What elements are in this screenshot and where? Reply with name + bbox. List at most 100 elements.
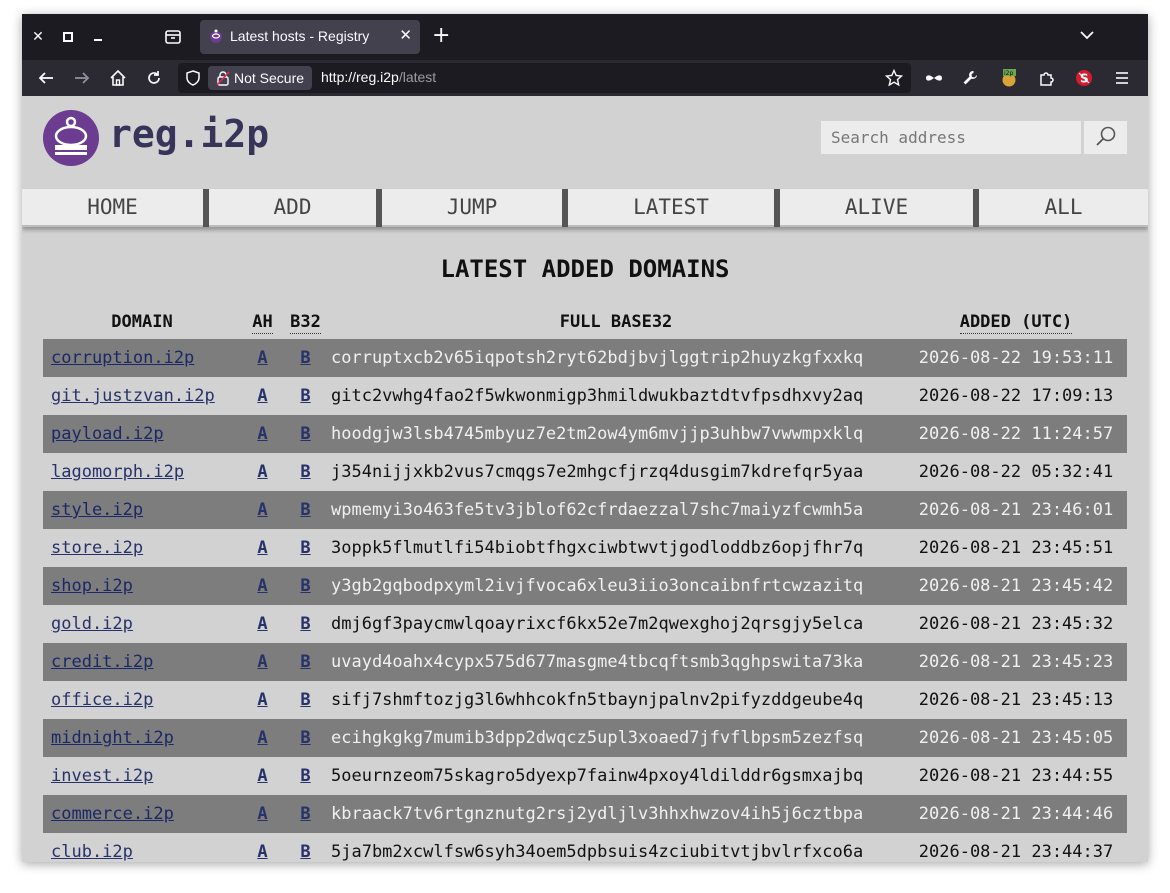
- domain-cell: club.i2p: [43, 833, 241, 862]
- navigation-toolbar: Not Secure http://reg.i2p/latest i2p S: [22, 60, 1148, 96]
- b32-link[interactable]: B: [300, 614, 310, 634]
- b32-link[interactable]: B: [300, 576, 310, 596]
- ah-cell: A: [241, 605, 284, 643]
- domain-cell: midnight.i2p: [43, 719, 241, 757]
- b32-link[interactable]: B: [300, 462, 310, 482]
- noscript-extension-icon[interactable]: S: [1075, 69, 1093, 87]
- b32-cell: B: [284, 453, 327, 491]
- address-helper-link[interactable]: A: [257, 386, 267, 406]
- domain-link[interactable]: commerce.i2p: [51, 804, 174, 824]
- b32-link[interactable]: B: [300, 728, 310, 748]
- ah-cell: A: [241, 795, 284, 833]
- firefox-view-icon[interactable]: [163, 27, 183, 47]
- tab-latest-hosts[interactable]: Latest hosts - Registry ✕: [200, 20, 420, 54]
- domain-link[interactable]: shop.i2p: [51, 576, 133, 596]
- domain-link[interactable]: payload.i2p: [51, 424, 164, 444]
- address-helper-link[interactable]: A: [257, 614, 267, 634]
- ah-cell: A: [241, 719, 284, 757]
- b32-cell: B: [284, 605, 327, 643]
- nav-latest[interactable]: LATEST: [568, 189, 774, 227]
- home-icon[interactable]: [109, 69, 127, 87]
- url-text[interactable]: http://reg.i2p/latest: [321, 69, 436, 85]
- table-row: corruption.i2p A Bcorruptxcb2v65iqpotsh2ry…: [43, 339, 1127, 377]
- registry-logo-icon[interactable]: [43, 110, 99, 166]
- ah-cell: A: [241, 529, 284, 567]
- minimize-window-icon[interactable]: [88, 27, 108, 47]
- b32-link[interactable]: B: [300, 348, 310, 368]
- new-tab-icon[interactable]: +: [432, 25, 450, 47]
- table-row: club.i2p A B 5ja7bm2xcwlfsw6syh34oem5dpbsui…: [43, 833, 1127, 862]
- domain-link[interactable]: midnight.i2p: [51, 728, 174, 748]
- tab-title: Latest hosts - Registry: [230, 28, 370, 44]
- address-helper-link[interactable]: A: [257, 348, 267, 368]
- back-icon[interactable]: [37, 69, 55, 87]
- i2p-extension-icon[interactable]: i2p: [1000, 69, 1018, 87]
- domain-link[interactable]: git.justzvan.i2p: [51, 386, 215, 406]
- nav-home[interactable]: HOME: [22, 189, 203, 227]
- b32-link[interactable]: B: [300, 424, 310, 444]
- search-button[interactable]: [1084, 121, 1127, 154]
- domain-link[interactable]: office.i2p: [51, 690, 153, 710]
- b32-link[interactable]: B: [300, 386, 310, 406]
- bookmark-star-icon[interactable]: [884, 68, 904, 87]
- close-window-icon[interactable]: ✕: [28, 27, 48, 47]
- address-helper-link[interactable]: A: [257, 766, 267, 786]
- address-helper-link[interactable]: A: [257, 690, 267, 710]
- not-secure-indicator[interactable]: Not Secure: [208, 66, 313, 90]
- forward-icon[interactable]: [73, 69, 91, 87]
- nav-jump[interactable]: JUMP: [382, 189, 562, 227]
- added-time-cell: 2026-08-22 05:32:41: [905, 453, 1127, 491]
- address-helper-link[interactable]: A: [257, 652, 267, 672]
- reload-icon[interactable]: [145, 69, 163, 87]
- b32-link[interactable]: B: [300, 842, 310, 862]
- address-helper-link[interactable]: A: [257, 804, 267, 824]
- address-helper-link[interactable]: A: [257, 462, 267, 482]
- address-helper-link[interactable]: A: [257, 538, 267, 558]
- b32-link[interactable]: B: [300, 690, 310, 710]
- address-helper-link[interactable]: A: [257, 576, 267, 596]
- list-all-tabs-icon[interactable]: [1078, 26, 1096, 44]
- b32-link[interactable]: B: [300, 500, 310, 520]
- ah-cell: A: [241, 567, 284, 605]
- app-menu-icon[interactable]: [1113, 69, 1131, 87]
- registry-favicon-icon: [208, 28, 224, 44]
- b32-cell: B: [284, 529, 327, 567]
- b32-link[interactable]: B: [300, 652, 310, 672]
- b32-link[interactable]: B: [300, 804, 310, 824]
- url-bar[interactable]: Not Secure http://reg.i2p/latest: [178, 63, 911, 93]
- domain-link[interactable]: club.i2p: [51, 842, 133, 862]
- b32-cell: B: [284, 719, 327, 757]
- full-base32-cell: kbraack7tv6rtgnznutg2rsj2ydljlv3hhxhwzov…: [327, 795, 905, 833]
- domain-link[interactable]: lagomorph.i2p: [51, 462, 184, 482]
- address-helper-link[interactable]: A: [257, 500, 267, 520]
- extensions-puzzle-icon[interactable]: [1038, 69, 1056, 87]
- domain-cell: credit.i2p: [43, 643, 241, 681]
- not-secure-label: Not Secure: [234, 70, 305, 86]
- nav-alive[interactable]: ALIVE: [780, 189, 973, 227]
- domain-link[interactable]: gold.i2p: [51, 614, 133, 634]
- maximize-window-icon[interactable]: [58, 27, 78, 47]
- domain-link[interactable]: store.i2p: [51, 538, 143, 558]
- b32-link[interactable]: B: [300, 766, 310, 786]
- nav-all[interactable]: ALL: [979, 189, 1148, 227]
- address-helper-link[interactable]: A: [257, 424, 267, 444]
- table-row: payload.i2p A Bhoodgjw3lsb4745mbyuz7e2tm2o…: [43, 415, 1127, 453]
- address-helper-link[interactable]: A: [257, 842, 267, 862]
- b32-cell: B: [284, 339, 327, 377]
- full-base32-cell: gitc2vwhg4fao2f5wkwonmigp3hmildwukbaztdt…: [327, 377, 905, 415]
- table-row: midnight.i2p A Becihgkgkg7mumib3dpp2dwqcz5…: [43, 719, 1127, 757]
- search-input[interactable]: [821, 121, 1081, 154]
- domain-link[interactable]: style.i2p: [51, 500, 143, 520]
- b32-link[interactable]: B: [300, 538, 310, 558]
- wrench-icon[interactable]: [961, 69, 979, 87]
- table-row: credit.i2p A Buvayd4oahx4cypx575d677masgme…: [43, 643, 1127, 681]
- nav-add[interactable]: ADD: [209, 189, 376, 227]
- domain-link[interactable]: corruption.i2p: [51, 348, 194, 368]
- domain-link[interactable]: credit.i2p: [51, 652, 153, 672]
- private-mask-icon[interactable]: [925, 69, 943, 87]
- domain-link[interactable]: invest.i2p: [51, 766, 153, 786]
- address-helper-link[interactable]: A: [257, 728, 267, 748]
- site-name[interactable]: reg.i2p: [109, 110, 269, 158]
- tab-close-icon[interactable]: ✕: [399, 26, 412, 44]
- tracking-protection-shield-icon[interactable]: [184, 69, 202, 87]
